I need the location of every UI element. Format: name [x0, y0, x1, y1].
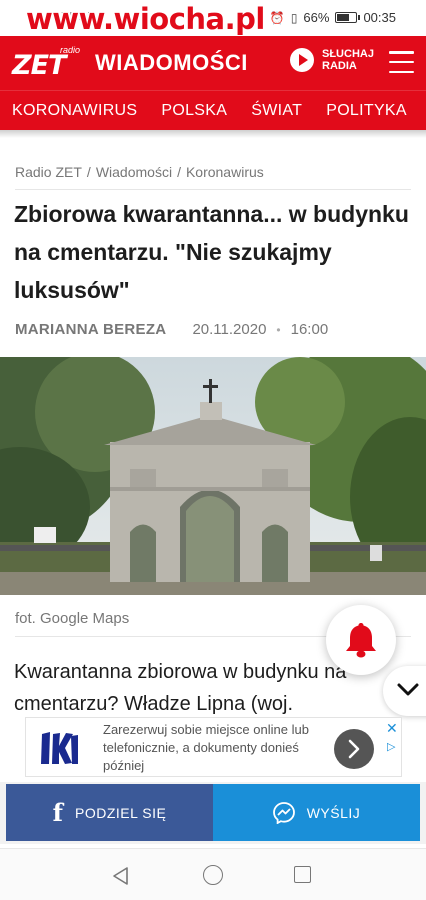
category-nav: KORONAWIRUSPOLSKAŚWIATPOLITYKAWA: [0, 90, 426, 130]
messenger-send-label: WYŚLIJ: [306, 804, 361, 821]
recent-apps-icon[interactable]: [294, 866, 311, 883]
photo-caption: fot. Google Maps: [15, 610, 130, 627]
ad-text: Zarezerwuj sobie miejsce online lub tele…: [103, 722, 309, 773]
article-title: Zbiorowa kwarantanna... w budynku na cme…: [14, 201, 409, 303]
notification-button[interactable]: [326, 605, 396, 675]
vibrate-icon: ▯: [290, 10, 298, 25]
adchoices-icon[interactable]: ▷: [387, 740, 395, 753]
article-lead: Kwarantanna zbiorowa w budynku na cmenta…: [14, 661, 347, 715]
section-title[interactable]: WIADOMOŚCI: [95, 50, 248, 76]
scroll-down-button[interactable]: [383, 666, 426, 716]
chevron-right-icon: [348, 739, 360, 759]
logo-subtext: radio: [60, 45, 81, 55]
divider: [15, 189, 411, 190]
article-date: 20.11.2020: [192, 321, 267, 338]
breadcrumb: Radio ZET / Wiadomości / Koronawirus: [15, 164, 264, 180]
ad-banner[interactable]: Zarezerwuj sobie miejsce online lub tele…: [25, 717, 402, 777]
article-photo[interactable]: [0, 357, 426, 595]
nav-item[interactable]: KORONAWIRUS: [12, 91, 137, 130]
article-author[interactable]: MARIANNA BEREZA: [15, 321, 166, 338]
ad-logo: [41, 732, 78, 764]
article-time: 16:00: [290, 321, 329, 338]
category-nav-list: KORONAWIRUSPOLSKAŚWIATPOLITYKAWA: [0, 91, 426, 130]
status-indicators: ⏰ ▯ 66% 00:35: [270, 10, 396, 25]
status-bar: T-Mobile.pl www.wiocha.pl ⏰ ▯ 66% 00:35: [0, 0, 426, 36]
breadcrumb-item[interactable]: Wiadomości: [96, 164, 172, 180]
hamburger-icon[interactable]: [389, 51, 414, 73]
system-nav-bar: [0, 848, 426, 900]
battery-percent: 66%: [303, 10, 330, 25]
bell-icon: [346, 623, 376, 658]
facebook-share-button[interactable]: f PODZIEL SIĘ: [6, 784, 213, 841]
chevron-down-icon: [397, 683, 419, 696]
clock: 00:35: [363, 10, 396, 25]
radio-zet-logo[interactable]: ZET radio: [12, 45, 86, 81]
back-icon[interactable]: [111, 866, 131, 886]
nav-shadow: [0, 130, 426, 138]
battery-fill: [337, 14, 349, 21]
nav-item[interactable]: POLSKA: [161, 91, 227, 130]
messenger-send-button[interactable]: WYŚLIJ: [213, 784, 420, 841]
listen-radio-label: SŁUCHAJ RADIA: [322, 48, 374, 72]
nav-item[interactable]: ŚWIAT: [251, 91, 302, 130]
breadcrumb-item[interactable]: Koronawirus: [186, 164, 264, 180]
ad-close-icon[interactable]: ✕: [386, 720, 398, 737]
alarm-icon: ⏰: [269, 10, 285, 25]
messenger-icon: [272, 801, 295, 824]
article-meta: MARIANNA BEREZA 20.11.2020 • 16:00: [15, 321, 328, 338]
battery-icon: [335, 12, 361, 23]
watermark: www.wiocha.pl: [26, 2, 265, 36]
facebook-share-label: PODZIEL SIĘ: [74, 804, 167, 821]
play-icon: [290, 48, 314, 72]
facebook-icon: f: [52, 797, 63, 827]
share-bar: f PODZIEL SIĘ WYŚLIJ: [0, 782, 426, 844]
meta-separator: •: [276, 322, 281, 337]
logo-text: ZET: [12, 50, 66, 81]
nav-item[interactable]: POLITYKA: [326, 91, 407, 130]
ad-cta-button[interactable]: [334, 729, 374, 769]
breadcrumb-item[interactable]: Radio ZET: [15, 164, 82, 180]
app-header: ZET radio WIADOMOŚCI SŁUCHAJ RADIA: [0, 36, 426, 90]
home-icon[interactable]: [203, 865, 223, 885]
listen-radio-button[interactable]: SŁUCHAJ RADIA: [290, 48, 382, 72]
cemetery-gate-image: [0, 357, 426, 595]
